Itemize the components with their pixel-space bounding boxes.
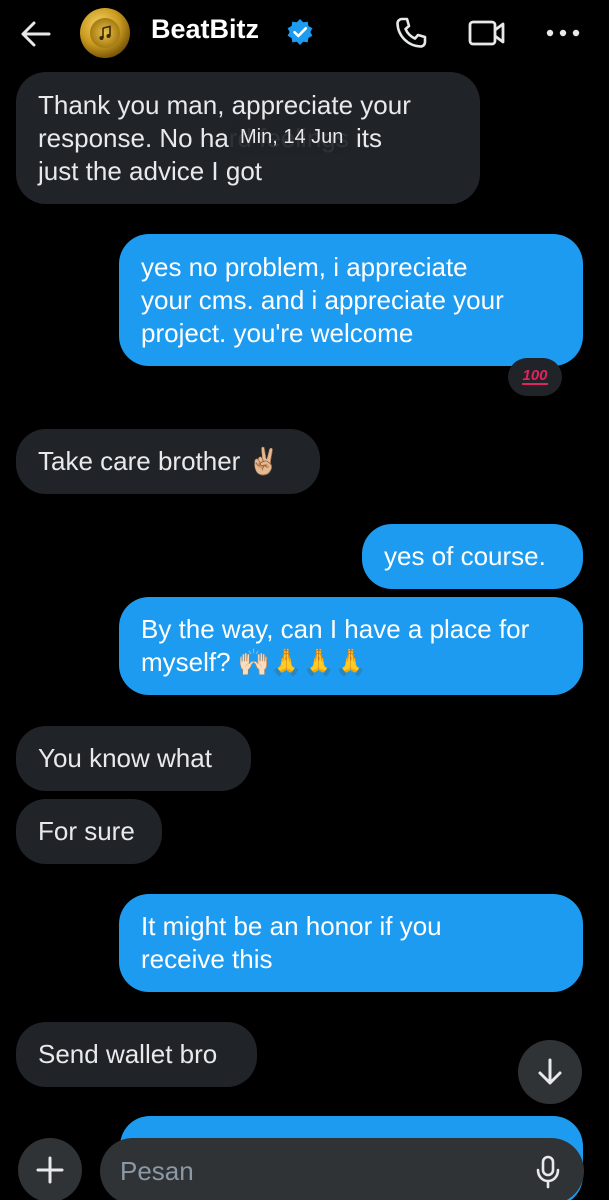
arrow-down-icon	[538, 1058, 562, 1085]
verified-badge-icon	[287, 19, 313, 45]
call-button[interactable]	[392, 14, 430, 52]
message-bubble-outgoing[interactable]: yes of course.	[362, 524, 583, 589]
dm-conversation-screen: BeatBitz Thank you man, appreciate your …	[0, 0, 609, 1200]
voice-message-button[interactable]	[526, 1150, 570, 1194]
message-text: yes of course.	[384, 541, 546, 571]
message-bubble-outgoing[interactable]: It might be an honor if you receive this	[119, 894, 583, 992]
message-bubble-outgoing[interactable]: yes no problem, i appreciate your cms. a…	[119, 234, 583, 366]
add-attachment-button[interactable]	[18, 1138, 82, 1200]
message-text: Take care brother ✌🏼	[38, 446, 280, 476]
message-bubble-incoming[interactable]: You know what	[16, 726, 251, 791]
conversation-header: BeatBitz	[0, 0, 609, 68]
message-text: By the way, can I have a place for mysel…	[141, 614, 530, 677]
video-camera-icon	[468, 20, 505, 46]
page-title[interactable]: BeatBitz	[151, 14, 259, 45]
back-arrow-icon	[21, 21, 51, 47]
music-note-icon	[90, 18, 120, 48]
scroll-to-bottom-button[interactable]	[518, 1040, 582, 1104]
more-dots-icon	[546, 29, 580, 37]
message-text: Thank you man, appreciate your response.…	[38, 90, 411, 186]
message-text: Send wallet bro	[38, 1039, 218, 1069]
phone-icon	[396, 17, 427, 48]
avatar[interactable]	[80, 8, 130, 58]
message-input[interactable]	[100, 1138, 584, 1200]
message-bubble-incoming[interactable]: Take care brother ✌🏼	[16, 429, 320, 494]
video-call-button[interactable]	[466, 14, 508, 52]
back-button[interactable]	[18, 16, 54, 52]
message-bubble-outgoing[interactable]: By the way, can I have a place for mysel…	[119, 597, 583, 695]
message-text: For sure	[38, 816, 135, 846]
message-text: You know what	[38, 743, 212, 773]
message-text: yes no problem, i appreciate your cms. a…	[141, 251, 504, 348]
message-text: It might be an honor if you receive this	[141, 911, 442, 974]
reaction-label: 100	[522, 367, 548, 385]
more-options-button[interactable]	[540, 14, 586, 52]
plus-icon	[36, 1156, 64, 1184]
date-divider: Min, 14 Jun	[230, 120, 354, 154]
message-bubble-incoming[interactable]: For sure	[16, 799, 162, 864]
microphone-icon	[536, 1155, 560, 1189]
reaction-100-emoji[interactable]: 100	[508, 358, 562, 396]
message-bubble-incoming[interactable]: Send wallet bro	[16, 1022, 257, 1087]
